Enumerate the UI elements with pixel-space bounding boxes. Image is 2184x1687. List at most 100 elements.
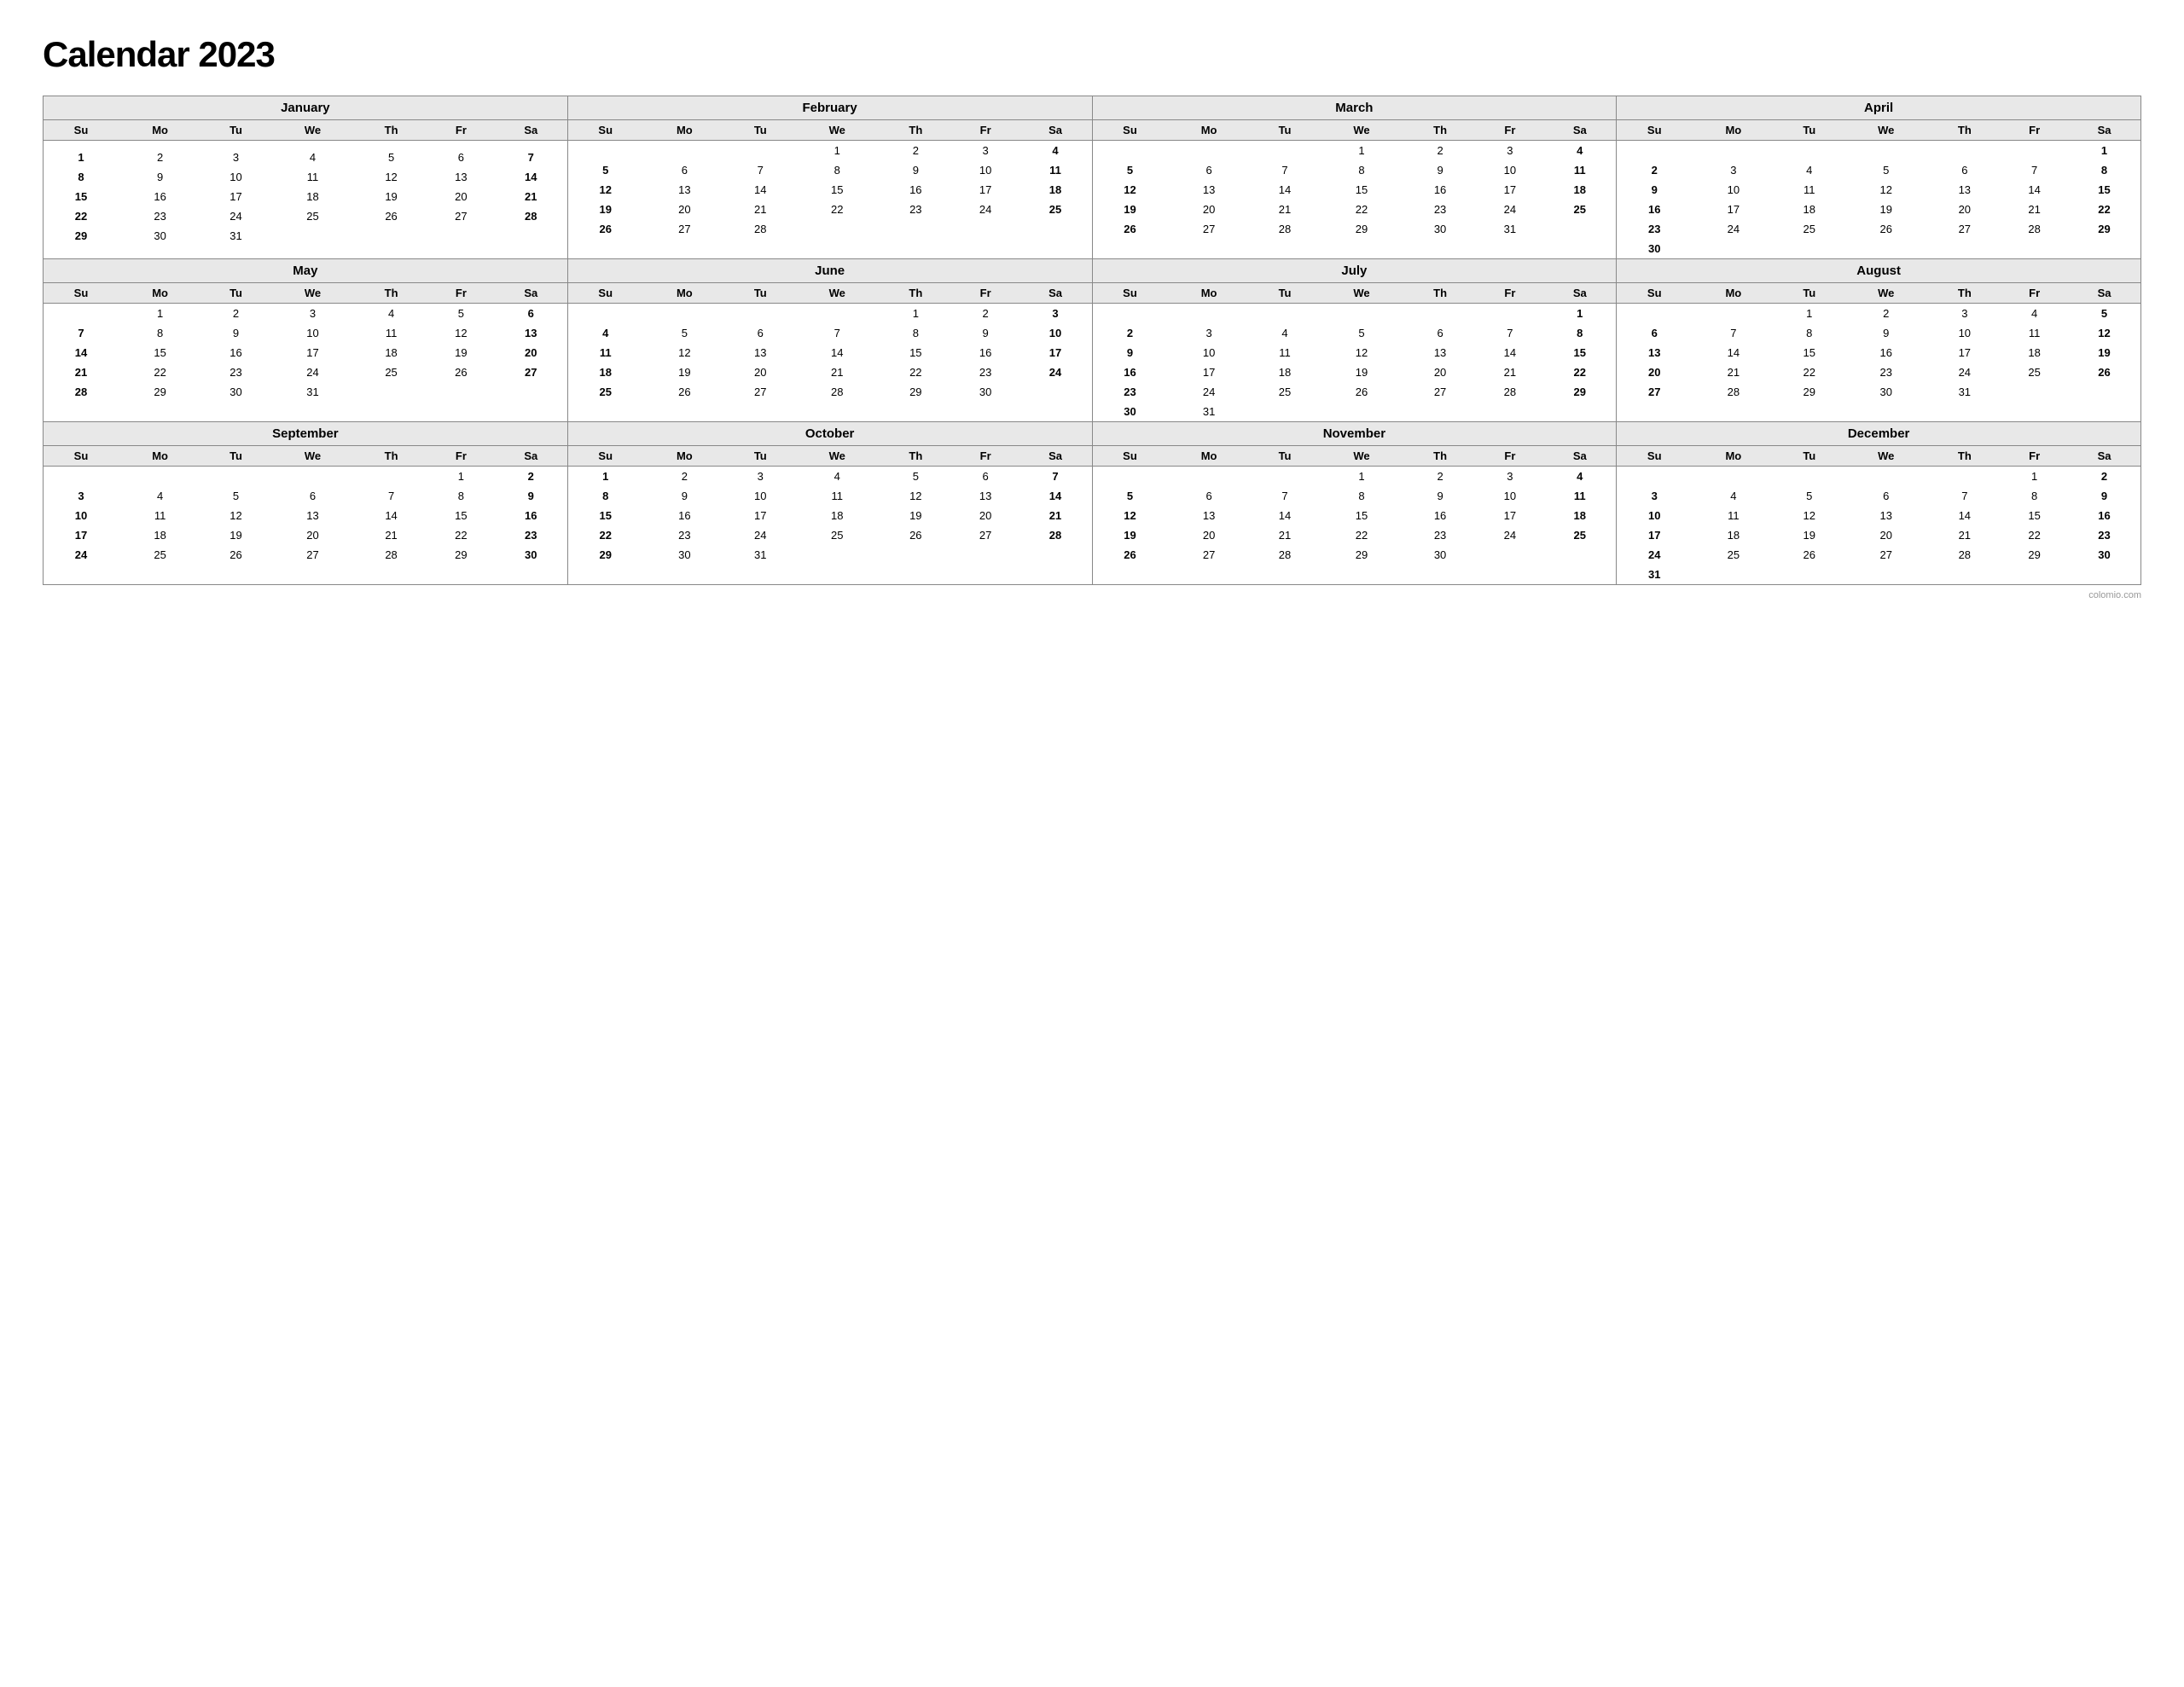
day-cell: 20 [1617, 362, 1692, 382]
day-cell: 30 [952, 382, 1019, 402]
month-table-june: SuMoTuWeThFrSa12345678910111213141516171… [568, 283, 1092, 402]
day-cell: 16 [119, 187, 201, 206]
day-cell: 21 [44, 362, 119, 382]
day-cell: 6 [270, 486, 355, 506]
day-cell: 29 [1543, 382, 1616, 402]
week-row: 10111213141516 [44, 506, 567, 525]
day-cell: 6 [952, 467, 1019, 487]
day-cell: 6 [1617, 323, 1692, 343]
day-cell: 16 [201, 343, 270, 362]
day-cell: 11 [270, 167, 355, 187]
day-cell: 5 [201, 486, 270, 506]
day-cell [1404, 402, 1477, 421]
day-cell [44, 467, 119, 487]
day-cell: 10 [201, 167, 270, 187]
day-cell: 19 [880, 506, 952, 525]
day-cell: 8 [119, 323, 201, 343]
week-row: 30 [1617, 239, 2140, 258]
day-cell [1093, 304, 1168, 324]
day-header-su: Su [568, 120, 643, 141]
day-cell: 29 [1319, 545, 1403, 565]
week-row: 12345 [1617, 304, 2140, 324]
day-cell: 27 [643, 219, 726, 239]
day-cell [119, 141, 201, 148]
day-cell: 4 [119, 486, 201, 506]
day-cell: 30 [643, 545, 726, 565]
day-cell: 22 [427, 525, 495, 545]
week-row: 3456789 [1617, 486, 2140, 506]
day-cell: 1 [2068, 141, 2140, 161]
day-cell: 25 [355, 362, 427, 382]
week-row: 252627282930 [568, 382, 1092, 402]
day-cell [1844, 141, 1928, 161]
day-cell: 27 [1928, 219, 2001, 239]
day-header-su: Su [568, 446, 643, 467]
day-cell: 8 [795, 160, 880, 180]
day-cell: 16 [1844, 343, 1928, 362]
day-header-su: Su [1093, 446, 1168, 467]
day-cell: 10 [270, 323, 355, 343]
day-cell: 23 [2068, 525, 2140, 545]
day-cell: 22 [795, 200, 880, 219]
day-cell: 25 [568, 382, 643, 402]
day-cell: 27 [726, 382, 795, 402]
day-cell: 28 [1019, 525, 1092, 545]
day-cell: 12 [201, 506, 270, 525]
day-cell: 29 [1774, 382, 1844, 402]
day-cell: 20 [1928, 200, 2001, 219]
day-cell: 4 [1692, 486, 1774, 506]
week-row: 20212223242526 [1617, 362, 2140, 382]
month-table-august: SuMoTuWeThFrSa12345678910111213141516171… [1617, 283, 2140, 402]
month-block-october: OctoberSuMoTuWeThFrSa1234567891011121314… [568, 422, 1093, 585]
day-cell: 11 [1251, 343, 1320, 362]
day-cell: 23 [880, 200, 952, 219]
day-cell: 27 [1844, 545, 1928, 565]
day-cell [1251, 141, 1320, 161]
day-cell: 24 [1617, 545, 1692, 565]
week-row: 262728293031 [1093, 219, 1617, 239]
day-cell: 14 [2001, 180, 2068, 200]
day-cell: 13 [952, 486, 1019, 506]
week-row: 12131415161718 [568, 180, 1092, 200]
day-cell: 26 [1093, 545, 1168, 565]
day-cell: 28 [1928, 545, 2001, 565]
day-cell [427, 141, 495, 148]
day-cell: 3 [201, 148, 270, 167]
day-cell [119, 467, 201, 487]
day-cell: 21 [1019, 506, 1092, 525]
day-cell: 23 [119, 206, 201, 226]
week-row: 24252627282930 [44, 545, 567, 565]
day-cell [643, 304, 726, 324]
day-header-we: We [270, 120, 355, 141]
week-row: 123456 [44, 304, 567, 324]
day-cell [495, 382, 567, 402]
day-cell: 10 [726, 486, 795, 506]
day-cell: 28 [726, 219, 795, 239]
day-cell: 20 [726, 362, 795, 382]
day-cell: 13 [1404, 343, 1477, 362]
month-table-january: SuMoTuWeThFrSa12345678910111213141516171… [44, 120, 567, 246]
day-header-we: We [795, 120, 880, 141]
day-cell: 24 [726, 525, 795, 545]
month-block-february: FebruarySuMoTuWeThFrSa123456789101112131… [568, 96, 1093, 259]
day-cell [1774, 565, 1844, 584]
week-row: 15161718192021 [44, 187, 567, 206]
day-cell: 10 [1692, 180, 1774, 200]
day-cell: 22 [44, 206, 119, 226]
week-row: 31 [1617, 565, 2140, 584]
day-cell: 1 [1543, 304, 1616, 324]
day-cell: 21 [795, 362, 880, 382]
day-cell: 16 [1404, 180, 1477, 200]
day-cell: 19 [1093, 525, 1168, 545]
day-header-tu: Tu [1774, 446, 1844, 467]
day-header-mo: Mo [643, 283, 726, 304]
week-row: 293031 [44, 226, 567, 246]
day-cell: 24 [1019, 362, 1092, 382]
day-cell: 28 [495, 206, 567, 226]
day-cell: 7 [1928, 486, 2001, 506]
day-cell [1477, 304, 1544, 324]
day-cell [44, 141, 119, 148]
day-header-th: Th [1404, 120, 1477, 141]
month-table-november: SuMoTuWeThFrSa12345678910111213141516171… [1093, 446, 1617, 565]
day-cell: 7 [726, 160, 795, 180]
